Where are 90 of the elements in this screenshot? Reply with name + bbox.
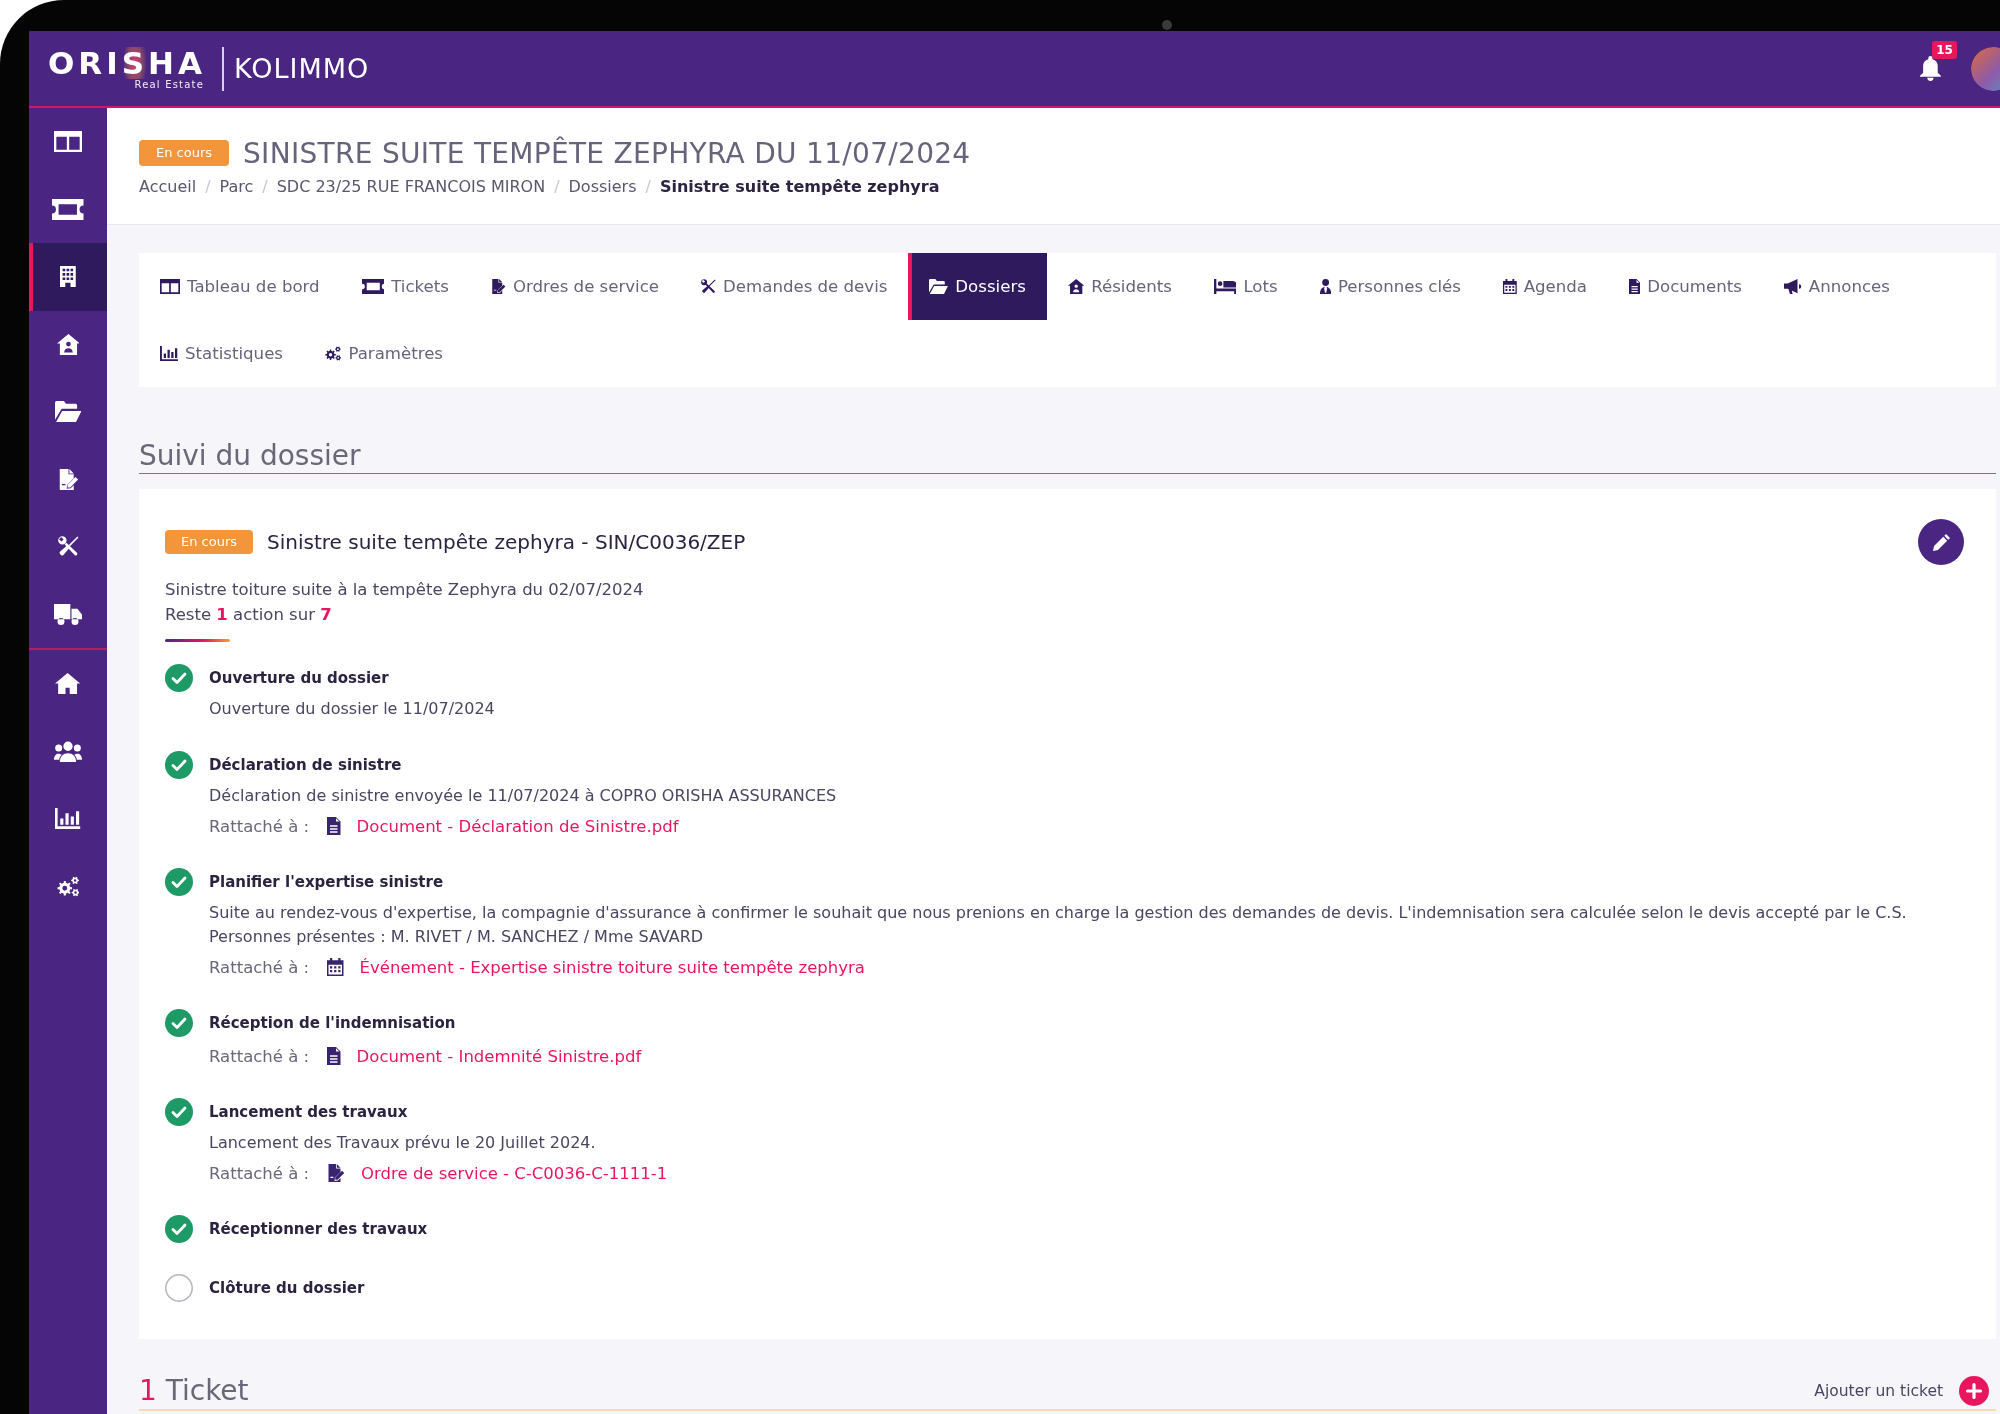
attachment-link[interactable]: Document - Déclaration de Sinistre.pdf [356, 816, 679, 836]
step-title: Lancement des travaux [209, 1102, 409, 1123]
accent-rule [165, 639, 230, 642]
tab[interactable]: Tickets [340, 253, 470, 320]
breadcrumb-link[interactable]: SDC 23/25 RUE FRANCOIS MIRON [276, 176, 546, 196]
columns-icon [160, 279, 180, 294]
truck-icon [54, 603, 82, 625]
breadcrumb-separator: / [554, 176, 560, 196]
status-badge: En cours [139, 140, 230, 166]
home-icon [55, 673, 81, 695]
attachment-label: Rattaché à : [209, 1163, 310, 1183]
breadcrumb-separator: / [262, 176, 268, 196]
wrench-screwdriver-icon [57, 536, 79, 558]
gears-icon [56, 875, 80, 897]
step-description: Déclaration de sinistre envoyée le 11/07/2024 à COPRO ORISHA ASSURANCES [209, 785, 838, 807]
logo-tagline: Real Estate [134, 78, 205, 91]
gears-icon [325, 346, 342, 361]
building-icon [60, 266, 76, 288]
user-avatar[interactable] [1971, 46, 2000, 91]
breadcrumb-separator: / [205, 176, 211, 196]
page-title: SINISTRE SUITE TEMPÊTE ZEPHYRA DU 11/07/2024 [243, 136, 971, 170]
tab[interactable]: Demandes de devis [680, 253, 909, 320]
step-title: Réception de l'indemnisation [209, 1013, 457, 1034]
signed-document-icon [57, 468, 79, 490]
notification-count-badge: 15 [1932, 41, 1957, 59]
bar-chart-icon [160, 346, 178, 361]
add-ticket-button[interactable]: Ajouter un ticket [1814, 1376, 1989, 1406]
step-description: Lancement des Travaux prévu le 20 Juillet 2024. [209, 1132, 597, 1154]
tab[interactable]: Personnes clés [1298, 253, 1482, 320]
calendar-icon [327, 958, 344, 976]
document-icon [327, 817, 341, 835]
folder-icon [929, 279, 949, 294]
tab[interactable]: Lots [1192, 253, 1299, 320]
house-person-icon [56, 333, 80, 355]
plus-icon [1959, 1376, 1989, 1406]
step-title: Réceptionner des travaux [209, 1219, 429, 1240]
columns-icon [54, 131, 82, 153]
case-description: Sinistre toiture suite à la tempête Zephyra du 02/07/2024 [165, 579, 645, 601]
document-icon [1628, 279, 1641, 294]
tab[interactable]: Ordres de service [469, 253, 681, 320]
step-title: Déclaration de sinistre [209, 755, 403, 776]
ticket-icon [52, 198, 84, 220]
attachment-link[interactable]: Événement - Expertise sinistre toiture suite tempête zephyra [359, 957, 865, 977]
megaphone-icon [1783, 279, 1802, 294]
folder-icon [54, 401, 82, 423]
house-person-icon [1067, 279, 1085, 294]
product-name: KOLIMMO [234, 53, 370, 84]
remaining-actions-text: Reste 1 action sur 7 [165, 604, 333, 626]
tab[interactable]: Tableau de bord [139, 253, 341, 320]
edit-button[interactable] [1918, 519, 1964, 565]
tab[interactable]: Annonces [1762, 253, 1911, 320]
signed-document-icon [327, 1164, 346, 1182]
ticket-icon [361, 279, 385, 294]
tab[interactable]: Paramètres [304, 320, 464, 387]
step-description: Ouverture du dossier le 11/07/2024 [209, 698, 496, 720]
breadcrumb-separator: / [645, 176, 651, 196]
tab[interactable]: Résidents [1046, 253, 1193, 320]
notification-bell-icon[interactable] [1920, 56, 1941, 81]
tab[interactable]: Documents [1607, 253, 1763, 320]
tab[interactable]: Statistiques [139, 320, 304, 387]
attachment-label: Rattaché à : [209, 816, 310, 836]
breadcrumb-current: Sinistre suite tempête zephyra [659, 176, 940, 196]
status-badge: En cours [165, 530, 254, 554]
camera-dot-icon [1162, 20, 1172, 30]
case-title: Sinistre suite tempête zephyra - SIN/C0036/ZEP [267, 530, 746, 554]
section-heading: Suivi du dossier [139, 439, 1996, 474]
breadcrumb-link[interactable]: Accueil [139, 176, 197, 196]
bar-chart-icon [55, 808, 81, 830]
sidebar-item[interactable] [29, 243, 107, 311]
tab[interactable]: Dossiers [908, 253, 1047, 320]
step-title: Clôture du dossier [209, 1278, 366, 1299]
tickets-heading: 1 Ticket [139, 1373, 249, 1409]
attachment-label: Rattaché à : [209, 957, 310, 977]
breadcrumb-link[interactable]: Dossiers [568, 176, 637, 196]
step-title: Planifier l'expertise sinistre [209, 872, 445, 893]
tab[interactable]: Agenda [1481, 253, 1608, 320]
pencil-icon [1932, 533, 1950, 551]
users-icon [54, 740, 82, 762]
wrench-screwdriver-icon [701, 279, 717, 294]
calendar-icon [1502, 279, 1517, 294]
step-description: Suite au rendez-vous d'expertise, la compagnie d'assurance à confirmer le souhait que nous prenions en charge la gestion des demandes de devis. L'indemnisation sera calculée selon le devis accepté par le C.S. Personnes présentes : M. RIVET / M. SANCHEZ / Mme SAVARD [209, 902, 1908, 948]
attachment-link[interactable]: Document - Indemnité Sinistre.pdf [356, 1046, 642, 1066]
breadcrumb-link[interactable]: Parc [219, 176, 254, 196]
person-tie-icon [1319, 279, 1331, 294]
attachment-link[interactable]: Ordre de service - C-C0036-C-1111-1 [361, 1163, 668, 1183]
signed-document-icon [490, 279, 506, 294]
attachment-label: Rattaché à : [209, 1046, 310, 1066]
step-title: Ouverture du dossier [209, 668, 390, 689]
document-icon [327, 1047, 341, 1065]
bed-icon [1213, 279, 1237, 294]
